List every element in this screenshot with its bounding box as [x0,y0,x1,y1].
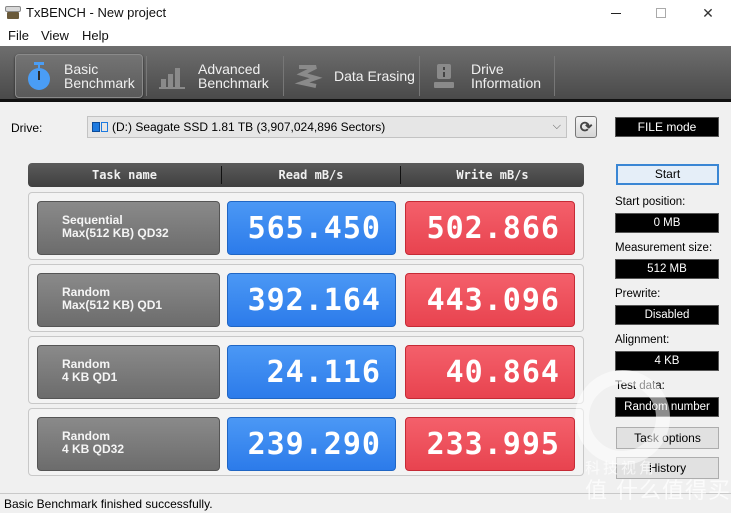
drive-selected-value: (D:) Seagate SSD 1.81 TB (3,907,024,896 … [112,120,386,134]
header-task-name: Task name [91,168,158,182]
table-row: Sequential Max(512 KB) QD32 565.450 502.8… [28,192,584,260]
drive-select[interactable]: (D:) Seagate SSD 1.81 TB (3,907,024,896 … [87,116,567,138]
task-name-button[interactable]: Random 4 KB QD1 [37,345,220,399]
task-line2: 4 KB QD32 [62,442,125,456]
eraser-icon [294,61,324,91]
measurement-size-label: Measurement size: [615,242,713,254]
refresh-icon: ⟳ [579,119,593,136]
menu-help[interactable]: Help [82,28,109,43]
tab-label-line1: Drive [471,61,504,77]
tab-divider [283,56,284,96]
write-value: 502.866 [405,201,575,255]
tab-label-line2: Benchmark [198,75,269,91]
alignment-value[interactable]: 4 KB [615,351,719,371]
bar-chart-icon [158,61,188,91]
tab-basic-benchmark[interactable]: Basic Benchmark [15,54,143,98]
start-position-value[interactable]: 0 MB [615,213,719,233]
task-name-button[interactable]: Random Max(512 KB) QD1 [37,273,220,327]
tab-label-line2: Information [471,75,542,91]
tab-data-erasing[interactable]: Data Erasing [288,54,418,98]
start-button[interactable]: Start [616,164,719,185]
tab-label-line1: Data Erasing [334,68,415,84]
file-mode-indicator: FILE mode [615,117,719,137]
tab-label-line1: Basic [64,61,99,77]
close-button[interactable]: ✕ [685,0,731,26]
title-bar: TxBENCH - New project ✕ [0,0,731,26]
minimize-icon [611,12,621,14]
table-row: Random Max(512 KB) QD1 392.164 443.096 [28,264,584,332]
refresh-button[interactable]: ⟳ [575,116,597,138]
prewrite-value[interactable]: Disabled [615,305,719,325]
measurement-size-value[interactable]: 512 MB [615,259,719,279]
task-line2: Max(512 KB) QD32 [62,226,169,240]
write-value: 443.096 [405,273,575,327]
tab-label-line1: Advanced [198,61,261,77]
maximize-icon [656,8,666,18]
task-line2: 4 KB QD1 [62,370,118,384]
status-bar: Basic Benchmark finished successfully. [0,493,731,513]
stopwatch-icon [24,61,54,91]
mode-tabs: Basic Benchmark Advanced Benchmark Data Er… [0,46,731,102]
read-value: 24.116 [227,345,396,399]
menu-view[interactable]: View [41,28,69,43]
app-icon [5,6,21,19]
tab-label-line2: Benchmark [64,75,135,91]
drive-icon [92,121,108,133]
prewrite-label: Prewrite: [615,288,661,300]
window-title: TxBENCH - New project [26,5,167,20]
history-button[interactable]: History [616,457,719,479]
results-table-header: Task name Read mB/s Write mB/s [28,163,584,187]
test-data-value[interactable]: Random number [615,397,719,417]
close-icon: ✕ [702,4,714,21]
test-data-label: Test data: [615,380,665,392]
tab-divider [554,56,555,96]
write-value: 40.864 [405,345,575,399]
header-write: Write mB/s [456,168,529,182]
start-position-label: Start position: [615,196,686,208]
task-line2: Max(512 KB) QD1 [62,298,163,312]
menu-bar: File View Help [0,26,731,46]
alignment-label: Alignment: [615,334,670,346]
task-name-button[interactable]: Random 4 KB QD32 [37,417,220,471]
header-read: Read mB/s [278,168,344,182]
minimize-button[interactable] [593,0,639,26]
drive-info-icon [431,61,461,91]
tab-divider [419,56,420,96]
table-row: Random 4 KB QD32 239.290 233.995 [28,408,584,476]
drive-label: Drive: [11,121,43,135]
read-value: 565.450 [227,201,396,255]
table-row: Random 4 KB QD1 24.116 40.864 [28,336,584,404]
chevron-down-icon: ⌵ [552,120,561,132]
task-name-button[interactable]: Sequential Max(512 KB) QD32 [37,201,220,255]
status-text: Basic Benchmark finished successfully. [4,497,213,511]
task-options-button[interactable]: Task options [616,427,719,449]
tab-divider [146,56,147,96]
read-value: 239.290 [227,417,396,471]
tab-advanced-benchmark[interactable]: Advanced Benchmark [150,54,280,98]
tab-drive-information[interactable]: Drive Information [425,54,560,98]
maximize-button[interactable] [638,0,684,26]
write-value: 233.995 [405,417,575,471]
read-value: 392.164 [227,273,396,327]
menu-file[interactable]: File [8,28,29,43]
